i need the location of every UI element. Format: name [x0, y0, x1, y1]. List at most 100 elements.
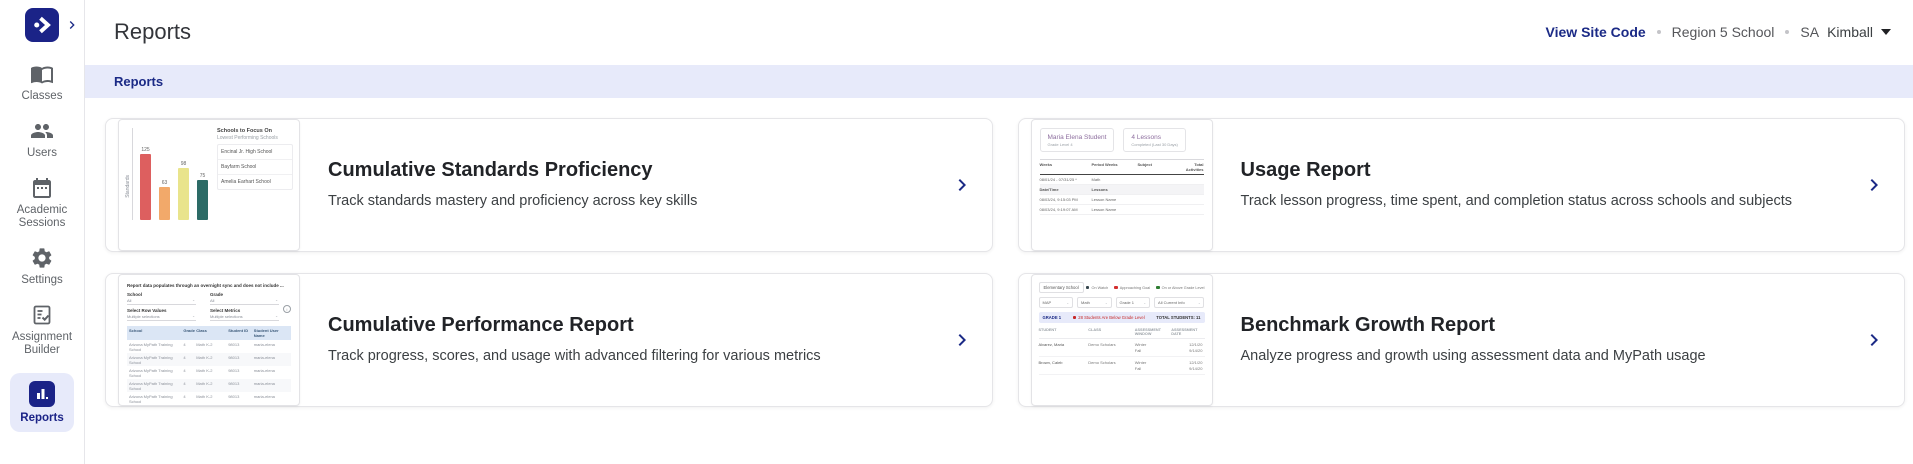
standards-proficiency-thumbnail: Standards 125 63 98 75 Schools to Focus …	[118, 119, 300, 251]
breadcrumb: Reports	[85, 65, 1913, 98]
student-summary-box: Maria Elena Student Grade Level 4	[1040, 128, 1115, 152]
view-site-code-link[interactable]: View Site Code	[1546, 24, 1646, 40]
table-row: Brown, Caleb Demo Scholars WinterFall 12…	[1039, 357, 1205, 375]
table-row: Arizona MyPath Training School4Math K-29…	[127, 366, 291, 379]
usage-report-thumbnail: Maria Elena Student Grade Level 4 4 Less…	[1031, 119, 1213, 251]
lessons-count: 4 Lessons	[1131, 134, 1177, 141]
table-row: Arizona MyPath Training School4Math K-29…	[127, 340, 291, 353]
user-initials: SA	[1800, 24, 1819, 40]
cell: Lesson Name	[1092, 197, 1138, 202]
bar	[178, 168, 189, 220]
sidebar-item-classes[interactable]: Classes	[6, 62, 78, 103]
student-name: Maria Elena Student	[1048, 134, 1107, 141]
sync-notice: Report data populates through an overnig…	[127, 283, 291, 288]
table-row: Arizona MyPath Training School4Math K-29…	[127, 379, 291, 392]
sidebar-nav: Classes Users Academic Sessions Settings	[0, 62, 84, 432]
sidebar-expand-button[interactable]	[64, 17, 80, 33]
sidebar-item-settings[interactable]: Settings	[6, 246, 78, 287]
sidebar-item-label: Settings	[6, 274, 78, 287]
cell: Lesson Name	[1092, 207, 1138, 212]
filter-value: Multiple selections	[127, 314, 160, 319]
chevron-right-icon[interactable]	[1862, 173, 1886, 197]
lessons-summary-box: 4 Lessons Completed (Last 30 Days)	[1123, 128, 1185, 152]
breadcrumb-reports[interactable]: Reports	[114, 74, 163, 89]
dot-separator	[1785, 30, 1789, 34]
dot-separator	[1657, 30, 1661, 34]
bar-value: 63	[162, 180, 168, 186]
col-header: STUDENT	[1039, 328, 1089, 336]
legend: On Watch Approaching Goal On or Above Gr…	[1086, 286, 1205, 290]
col-header: Weeks	[1040, 162, 1092, 172]
card-benchmark-growth-report[interactable]: Elementary School On Watch Approaching G…	[1018, 273, 1906, 407]
bar	[197, 180, 208, 220]
col-header: Subject	[1138, 162, 1184, 172]
col-header: Student ID	[228, 328, 254, 338]
bar-value: 125	[141, 147, 149, 153]
filter-value: All	[210, 298, 214, 303]
filter-selects: MAP⌄ Math⌄ Grade 1⌄ All Current Info⌄	[1039, 297, 1205, 308]
col-header: Class	[196, 328, 228, 338]
cell: 08/01/24 - 07/31/25 *	[1040, 177, 1092, 182]
card-description: Track standards mastery and proficiency …	[328, 191, 888, 212]
sidebar-item-assignment-builder[interactable]: Assignment Builder	[6, 303, 78, 357]
filter-grid: School All⌄ Grade All⌄ Select Row Values…	[127, 292, 291, 321]
user-name: Kimball	[1827, 24, 1873, 40]
cell: Date/Time	[1040, 187, 1092, 192]
chevron-right-icon[interactable]	[950, 328, 974, 352]
chevron-right-icon[interactable]	[950, 173, 974, 197]
bar	[159, 187, 170, 220]
table-row: Alvarez, Maria Demo Scholars WinterFall …	[1039, 339, 1205, 357]
col-header: ASSESSMENT DATE	[1171, 328, 1204, 336]
report-card-grid: Standards 125 63 98 75 Schools to Focus …	[85, 98, 1913, 464]
sidebar-item-users[interactable]: Users	[6, 119, 78, 160]
sidebar-item-academic-sessions[interactable]: Academic Sessions	[6, 176, 78, 230]
thumb-bar-chart: 125 63 98 75	[132, 128, 208, 220]
sidebar-item-label: Users	[6, 147, 78, 160]
sidebar-item-label: Assignment Builder	[6, 331, 78, 357]
sidebar-item-label: Classes	[6, 90, 78, 103]
card-description: Analyze progress and growth using assess…	[1241, 346, 1801, 367]
alert-dot	[1073, 316, 1077, 320]
benchmark-growth-thumbnail: Elementary School On Watch Approaching G…	[1031, 274, 1213, 406]
panel-subtitle: Lowest Performing Schools	[217, 135, 293, 141]
caret-down-icon	[1881, 29, 1891, 35]
panel-title: Schools to Focus On	[217, 128, 293, 134]
performance-report-thumbnail: Report data populates through an overnig…	[118, 274, 300, 406]
thumb-y-axis-label: Standards	[125, 175, 131, 198]
bar-value: 75	[200, 173, 206, 179]
book-icon	[30, 62, 54, 86]
grade-summary-row: GRADE 1 28 Students Are Below Grade Leve…	[1039, 312, 1205, 323]
card-title: Cumulative Performance Report	[328, 314, 930, 337]
card-text: Usage Report Track lesson progress, time…	[1241, 159, 1863, 212]
cell: Lessons	[1092, 187, 1138, 192]
sidebar: Classes Users Academic Sessions Settings	[0, 0, 85, 464]
info-icon: i	[283, 305, 291, 313]
filter-value: All	[127, 298, 131, 303]
app-logo[interactable]	[25, 8, 59, 42]
card-description: Track progress, scores, and usage with a…	[328, 346, 888, 367]
cell: Math	[1092, 177, 1138, 182]
users-icon	[30, 119, 54, 143]
col-header: Student User Name	[254, 328, 289, 338]
bar-value: 98	[181, 161, 187, 167]
col-header: Grade	[183, 328, 196, 338]
user-menu[interactable]: SA Kimball	[1800, 24, 1891, 40]
thumb-focus-panel: Schools to Focus On Lowest Performing Sc…	[217, 128, 293, 244]
sidebar-item-label: Reports	[6, 412, 78, 425]
school-list-item: Bayfarm School	[218, 160, 292, 175]
school-list-item: Encinal Jr. High School	[218, 145, 292, 160]
card-text: Benchmark Growth Report Analyze progress…	[1241, 314, 1863, 367]
card-cumulative-standards-proficiency[interactable]: Standards 125 63 98 75 Schools to Focus …	[105, 118, 993, 252]
card-title: Usage Report	[1241, 159, 1843, 182]
bar-chart-icon	[29, 381, 55, 407]
card-usage-report[interactable]: Maria Elena Student Grade Level 4 4 Less…	[1018, 118, 1906, 252]
col-header: Period Weeks	[1092, 162, 1138, 172]
card-text: Cumulative Performance Report Track prog…	[328, 314, 950, 367]
card-cumulative-performance-report[interactable]: Report data populates through an overnig…	[105, 273, 993, 407]
chevron-right-icon[interactable]	[1862, 328, 1886, 352]
student-meta: Grade Level 4	[1048, 142, 1107, 147]
bar	[140, 154, 151, 220]
logo-arrow-icon	[30, 13, 54, 37]
reports-page: Classes Users Academic Sessions Settings	[0, 0, 1913, 464]
sidebar-item-reports[interactable]: Reports	[10, 373, 74, 432]
